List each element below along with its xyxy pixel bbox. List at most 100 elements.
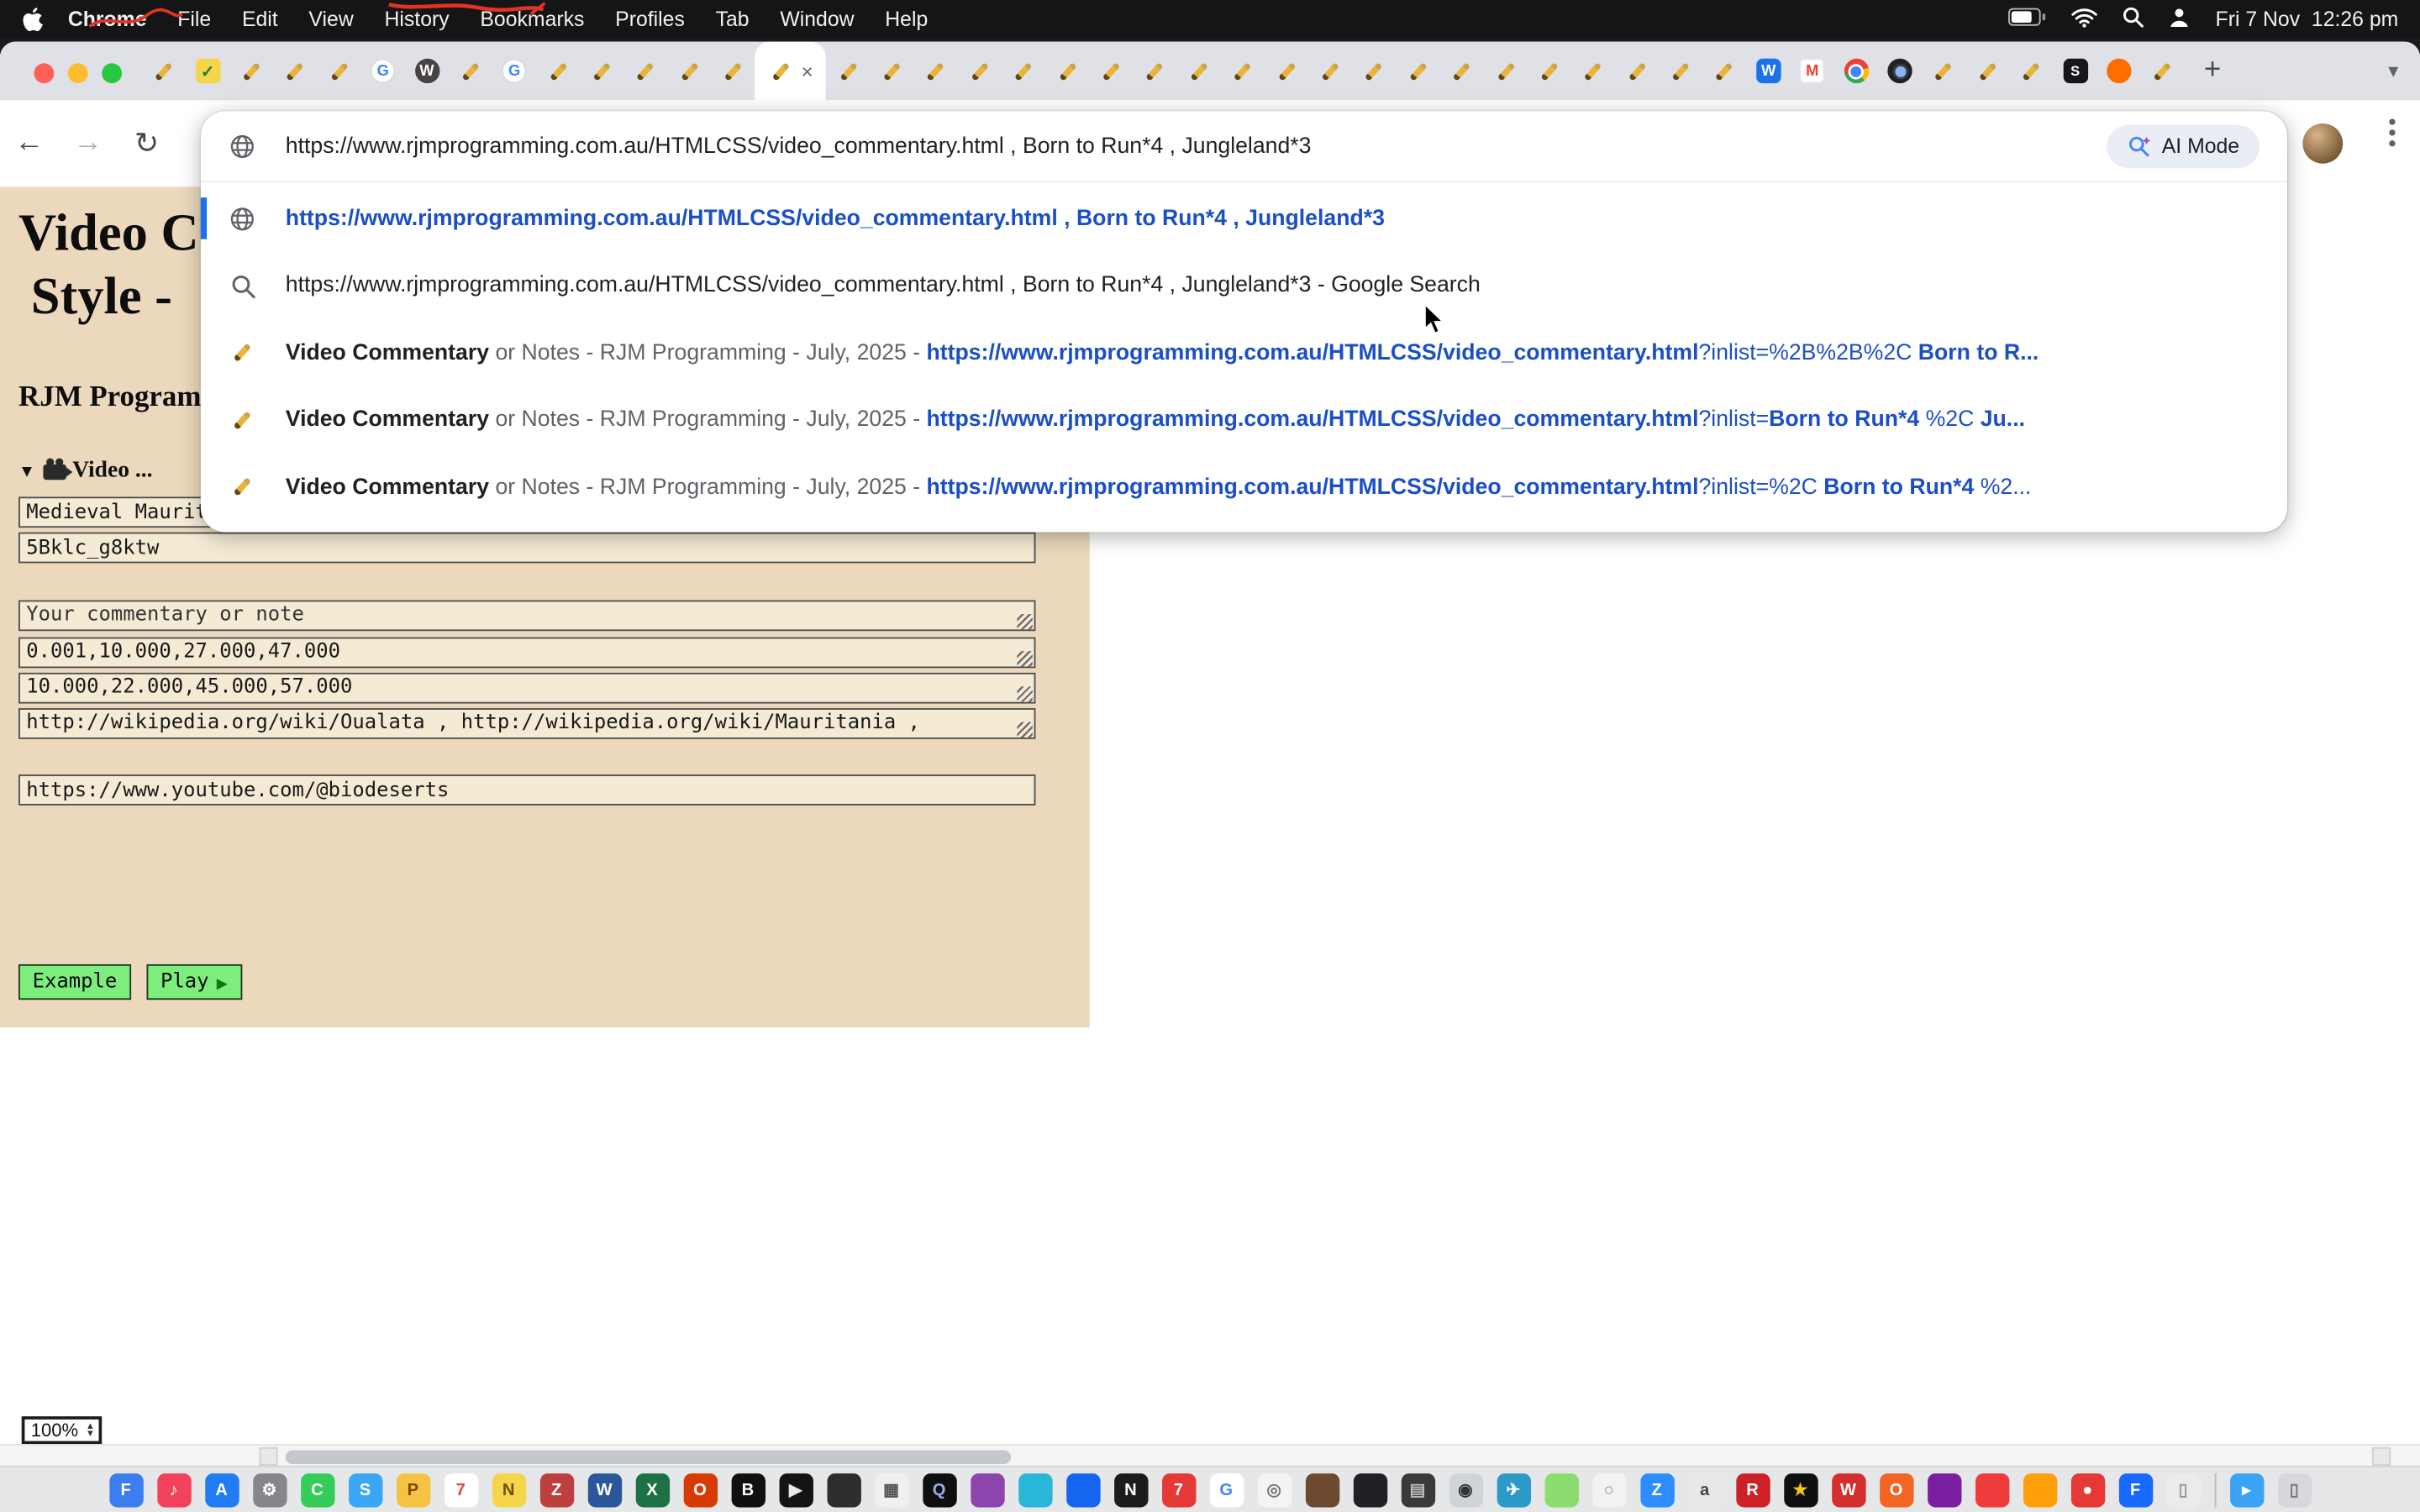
dock-app-icon[interactable]: F <box>108 1473 142 1506</box>
resize-grip-icon[interactable] <box>1017 722 1032 738</box>
control-center-icon[interactable] <box>2169 7 2191 31</box>
play-button[interactable]: Play▶ <box>146 964 241 1000</box>
pinned-tab[interactable] <box>1440 42 1484 101</box>
dock-app-icon[interactable] <box>1544 1473 1578 1506</box>
dock-app-icon[interactable]: X <box>635 1473 669 1506</box>
omnibox-suggestion-2[interactable]: https://www.rjmprogramming.com.au/HTMLCS… <box>201 252 2287 319</box>
pinned-tab[interactable] <box>1265 42 1308 101</box>
pinned-tab[interactable] <box>2009 42 2053 101</box>
pinned-tab[interactable] <box>827 42 871 101</box>
tab-search-chevron-icon[interactable]: ▾ <box>2388 42 2398 101</box>
dock-app-icon[interactable]: F <box>2118 1473 2152 1506</box>
dock-app-icon[interactable]: C <box>300 1473 334 1506</box>
pinned-tab[interactable] <box>958 42 1002 101</box>
dock-app-icon[interactable]: ✈ <box>1497 1473 1530 1506</box>
window-zoom-button[interactable] <box>102 63 122 83</box>
scrollbar-thumb[interactable] <box>286 1450 1011 1464</box>
pinned-tab[interactable] <box>142 42 186 101</box>
dock-app-icon[interactable] <box>1353 1473 1386 1506</box>
omnibox-suggestion-5[interactable]: Video Commentary or Notes - RJM Programm… <box>201 454 2287 521</box>
resize-grip-icon[interactable] <box>1017 686 1032 701</box>
video-id-input[interactable] <box>18 533 1035 564</box>
dock-app-icon[interactable]: ▯ <box>2166 1473 2200 1506</box>
dock-app-icon[interactable]: 7 <box>1161 1473 1195 1506</box>
pinned-tab[interactable] <box>273 42 317 101</box>
dock-app-icon[interactable]: N <box>1113 1473 1147 1506</box>
pinned-tab[interactable] <box>1484 42 1528 101</box>
tab-close-icon[interactable]: × <box>802 61 813 81</box>
dock-app-icon[interactable]: S <box>348 1473 381 1506</box>
chrome-menu-icon[interactable] <box>2389 129 2395 135</box>
menu-profiles[interactable]: Profiles <box>600 8 700 31</box>
dock-app-icon[interactable] <box>1018 1473 1051 1506</box>
menu-tab[interactable]: Tab <box>700 8 765 31</box>
resize-grip-icon[interactable] <box>1017 651 1032 666</box>
pinned-tab[interactable]: G <box>492 42 536 101</box>
menu-file[interactable]: File <box>162 8 227 31</box>
channel-url-input[interactable] <box>18 774 1035 806</box>
dock-app-icon[interactable]: ⚙ <box>252 1473 286 1506</box>
dock-app-icon[interactable]: A <box>204 1473 238 1506</box>
pinned-tab[interactable] <box>1089 42 1133 101</box>
example-button[interactable]: Example <box>18 964 131 1000</box>
pinned-tab[interactable] <box>2141 42 2185 101</box>
pinned-tab[interactable] <box>580 42 623 101</box>
pinned-tab[interactable] <box>318 42 361 101</box>
omnibox[interactable]: https://www.rjmprogramming.com.au/HTMLCS… <box>201 111 2287 181</box>
dock-app-icon[interactable]: N <box>492 1473 525 1506</box>
pinned-tab[interactable]: S <box>2054 42 2097 101</box>
pinned-tab[interactable]: M <box>1791 42 1834 101</box>
dock-app-icon[interactable]: ● <box>2070 1473 2104 1506</box>
end-times-textarea[interactable]: 10.000,22.000,45.000,57.000 <box>18 673 1035 704</box>
dock-app-icon[interactable] <box>1065 1473 1099 1506</box>
pinned-tab[interactable] <box>536 42 580 101</box>
pinned-tab[interactable]: W <box>405 42 449 101</box>
dock-app-icon[interactable] <box>970 1473 1003 1506</box>
pinned-tab[interactable] <box>449 42 492 101</box>
menu-bar-clock[interactable]: Fri 7 Nov 12:26 pm <box>2216 8 2399 31</box>
dock-app-icon[interactable]: W <box>587 1473 621 1506</box>
horizontal-scrollbar[interactable] <box>0 1444 2420 1466</box>
dock-app-icon[interactable]: ▸ <box>2229 1473 2263 1506</box>
pinned-tab[interactable] <box>624 42 668 101</box>
url-input[interactable]: https://www.rjmprogramming.com.au/HTMLCS… <box>286 134 2088 158</box>
pinned-tab[interactable]: G <box>361 42 405 101</box>
reload-button[interactable]: ↻ <box>118 114 176 173</box>
dock-app-icon[interactable]: 7 <box>444 1473 477 1506</box>
dock-app-icon[interactable]: W <box>1831 1473 1865 1506</box>
menu-window[interactable]: Window <box>765 8 870 31</box>
pinned-tab[interactable] <box>1528 42 1571 101</box>
new-tab-button[interactable]: + <box>2191 50 2233 92</box>
dock-app-icon[interactable]: ◎ <box>1257 1473 1291 1506</box>
pinned-tab[interactable]: W <box>1747 42 1791 101</box>
links-textarea[interactable]: http://wikipedia.org/wiki/Oualata , http… <box>18 708 1035 739</box>
wifi-icon[interactable] <box>2072 7 2098 31</box>
resize-grip-icon[interactable] <box>1017 614 1032 629</box>
dock-app-icon[interactable] <box>2023 1473 2056 1506</box>
dock-app-icon[interactable]: P <box>396 1473 429 1506</box>
dock-app-icon[interactable]: ▯ <box>2277 1473 2311 1506</box>
battery-icon[interactable] <box>2008 8 2047 31</box>
profile-avatar[interactable] <box>2302 123 2343 164</box>
menu-view[interactable]: View <box>293 8 369 31</box>
start-times-textarea[interactable]: 0.001,10.000,27.000,47.000 <box>18 638 1035 669</box>
zoom-control[interactable]: 100% ▴▾ <box>22 1416 103 1444</box>
pinned-tab[interactable] <box>1352 42 1396 101</box>
pinned-tab[interactable] <box>1221 42 1265 101</box>
commentary-textarea[interactable]: Your commentary or note <box>18 600 1035 631</box>
pinned-tab[interactable] <box>1702 42 1746 101</box>
details-summary[interactable]: ▼ Video ... <box>18 459 153 485</box>
menu-bookmarks[interactable]: Bookmarks <box>465 8 600 31</box>
dock-app-icon[interactable]: O <box>683 1473 717 1506</box>
pinned-tab[interactable] <box>1834 42 1878 101</box>
dock-app-icon[interactable] <box>1975 1473 2008 1506</box>
pinned-tab[interactable] <box>1134 42 1177 101</box>
dock-app-icon[interactable]: ♪ <box>156 1473 190 1506</box>
dock-app-icon[interactable]: Q <box>922 1473 955 1506</box>
pinned-tab[interactable] <box>1571 42 1615 101</box>
pinned-tab[interactable] <box>1965 42 2009 101</box>
active-tab[interactable]: × <box>755 42 826 101</box>
forward-button[interactable]: → <box>59 114 118 173</box>
dock-app-icon[interactable]: O <box>1879 1473 1912 1506</box>
omnibox-suggestion-1[interactable]: https://www.rjmprogramming.com.au/HTMLCS… <box>201 185 2287 252</box>
